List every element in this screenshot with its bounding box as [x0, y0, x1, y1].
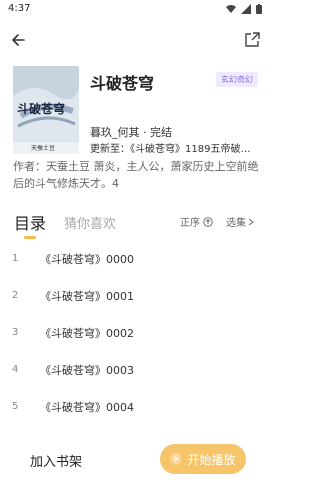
book-title: 斗破苍穹 [90, 74, 155, 93]
chapter-item[interactable]: 2 《斗破苍穹》0001 [0, 280, 270, 317]
tab-recommendations[interactable]: 猜你喜欢 [64, 213, 116, 232]
chapter-item[interactable]: 4 《斗破苍穹》0003 [0, 354, 270, 391]
cover-author: 天蚕土豆 [31, 145, 56, 152]
genre-badge: 玄幻奇幻 [216, 72, 258, 87]
chapter-number: 2 [12, 290, 19, 301]
chapter-item[interactable]: 1 《斗破苍穹》0000 [0, 243, 270, 280]
back-button[interactable] [8, 30, 28, 50]
book-author-status: 暮玖_何其 · 完结 [90, 126, 172, 139]
sort-label: 正序 [180, 218, 200, 229]
book-header: 斗破苍穹 天蚕土豆 斗破苍穹 玄幻奇幻 暮玖_何其 · 完结 更新至：《斗破苍穹… [0, 62, 270, 155]
tab-toc[interactable]: 目录 [14, 210, 46, 234]
select-episodes-button[interactable]: 选集 [226, 214, 254, 229]
share-icon [245, 32, 260, 47]
battery-icon [256, 4, 262, 14]
cover-title: 斗破苍穹 [17, 102, 66, 116]
chapter-number: 1 [12, 253, 19, 264]
chapter-title: 《斗破苍穹》0004 [40, 401, 134, 414]
start-play-button[interactable]: 开始播放 [160, 444, 246, 474]
chapter-number: 4 [12, 364, 19, 375]
tab-bar: 目录 猜你喜欢 正序 选集 [0, 208, 270, 240]
status-time: 4:37 [8, 3, 31, 14]
status-icons [226, 4, 262, 14]
sort-button[interactable]: 正序 [180, 214, 213, 229]
share-button[interactable] [242, 30, 262, 50]
chapter-item[interactable]: 5 《斗破苍穹》0004 [0, 391, 270, 428]
tab-indicator [24, 236, 36, 239]
select-label: 选集 [226, 218, 246, 229]
play-icon [170, 453, 182, 465]
book-update-info: 更新至：《斗破苍穹》1189五帝破… [90, 144, 251, 155]
wifi-icon [226, 5, 236, 13]
cellular-icon [241, 4, 251, 14]
chapter-title: 《斗破苍穹》0003 [40, 364, 134, 377]
top-bar [0, 24, 270, 56]
sort-order-icon [203, 216, 213, 227]
chapter-item[interactable]: 3 《斗破苍穹》0002 [0, 317, 270, 354]
chapter-title: 《斗破苍穹》0001 [40, 290, 134, 303]
book-cover[interactable]: 斗破苍穹 天蚕土豆 [13, 66, 79, 154]
chapter-title: 《斗破苍穹》0002 [40, 327, 134, 340]
book-description: 作者：天蚕土豆 萧炎，主人公，萧家历史上空前绝后的斗气修炼天才。4 [13, 160, 259, 190]
start-play-label: 开始播放 [187, 452, 236, 467]
chapter-title: 《斗破苍穹》0000 [40, 253, 134, 266]
arrow-left-icon [12, 34, 25, 46]
chapter-number: 3 [12, 327, 19, 338]
chapter-number: 5 [12, 401, 19, 412]
status-bar: 4:37 [0, 0, 270, 20]
chapter-list: 1 《斗破苍穹》0000 2 《斗破苍穹》0001 3 《斗破苍穹》0002 4… [0, 243, 270, 428]
add-to-shelf-button[interactable]: 加入书架 [30, 451, 82, 470]
chevron-right-icon [248, 218, 254, 225]
bottom-bar: 加入书架 开始播放 [0, 440, 270, 480]
